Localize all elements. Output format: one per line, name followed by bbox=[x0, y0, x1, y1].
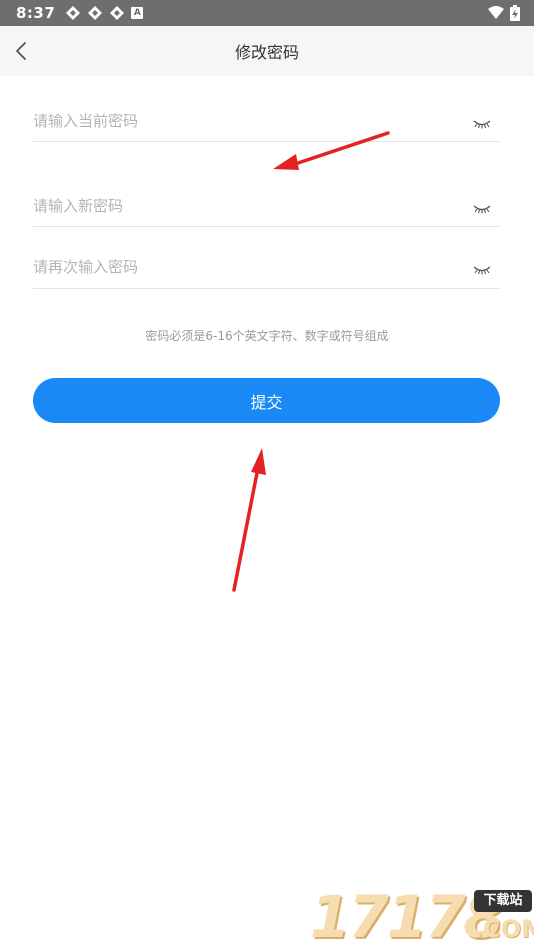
annotation-arrows bbox=[232, 131, 390, 592]
status-time: 8:37 bbox=[16, 4, 56, 22]
watermark-badge: 下载站 bbox=[474, 890, 532, 912]
password-rule-hint: 密码必须是6-16个英文字符、数字或符号组成 bbox=[145, 329, 389, 343]
confirm-password-input[interactable] bbox=[33, 252, 453, 282]
annotation-arrow bbox=[232, 448, 266, 592]
watermark-suffix: .COM bbox=[474, 915, 534, 943]
chevron-left-icon[interactable] bbox=[12, 40, 34, 62]
nav-bar: 修改密码 bbox=[0, 26, 534, 76]
sync-diamond-icon bbox=[88, 6, 103, 20]
status-icons-right bbox=[488, 5, 520, 21]
status-icons-left: A bbox=[65, 5, 144, 21]
new-password-input[interactable] bbox=[33, 191, 453, 221]
confirm-password-row bbox=[33, 250, 500, 289]
wifi-icon bbox=[488, 6, 504, 19]
new-password-row bbox=[33, 189, 500, 227]
sync-diamond-icon bbox=[110, 6, 125, 20]
watermark-logo: 17178 下载站 .COM bbox=[308, 884, 534, 950]
current-password-input[interactable] bbox=[33, 106, 453, 136]
status-bar: 8:37 A bbox=[0, 0, 534, 26]
a-badge-icon: A bbox=[131, 7, 144, 19]
eye-closed-icon[interactable] bbox=[472, 203, 492, 215]
sync-diamond-icon bbox=[66, 6, 81, 20]
eye-closed-icon[interactable] bbox=[472, 118, 492, 130]
battery-charging-icon bbox=[510, 5, 520, 21]
submit-button[interactable]: 提交 bbox=[33, 378, 500, 423]
page-title: 修改密码 bbox=[234, 43, 299, 62]
eye-closed-icon[interactable] bbox=[472, 264, 492, 276]
current-password-row bbox=[33, 104, 500, 142]
